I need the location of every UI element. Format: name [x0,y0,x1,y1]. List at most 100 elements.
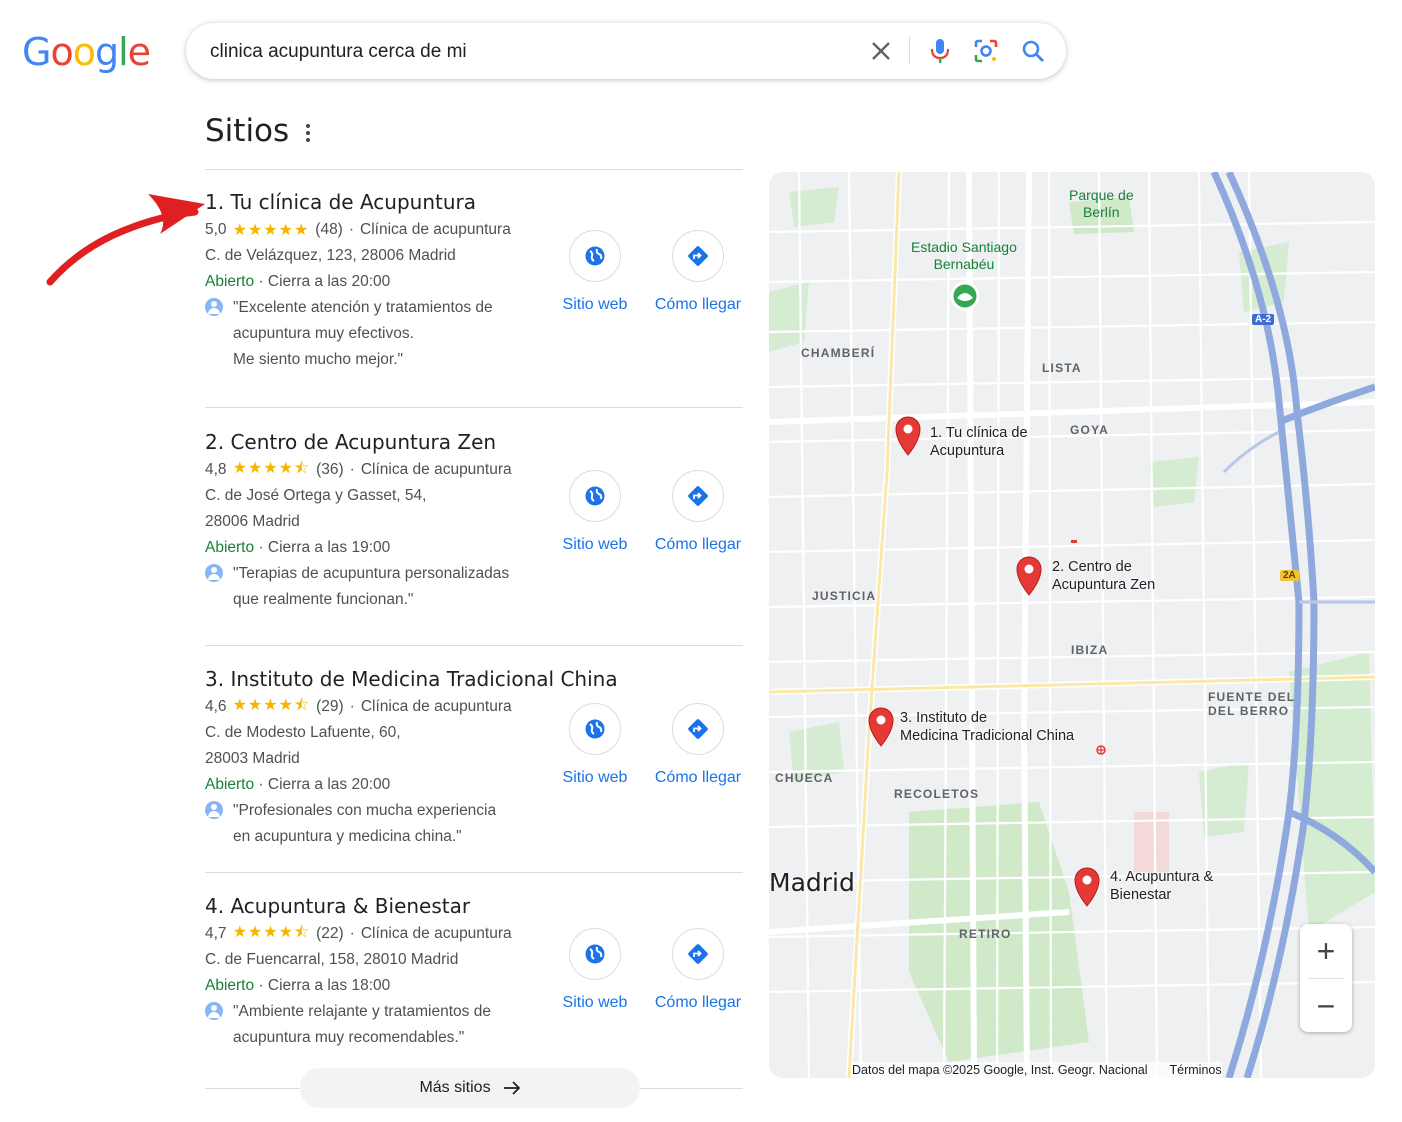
highway-badge: 2A [1280,570,1299,581]
website-button-3[interactable]: Sitio web [550,703,640,787]
attribution-text: Datos del mapa ©2025 Google, Inst. Geogr… [852,1063,1148,1077]
poi-stadium[interactable]: Estadio Santiago Bernabéu [911,239,1017,273]
reviewer-avatar-icon [205,564,223,582]
terms-link[interactable]: Términos [1170,1063,1222,1077]
pin-label-line: Bienestar [1110,887,1172,903]
place-name[interactable]: 3. Instituto de Medicina Tradicional Chi… [205,667,745,691]
zoom-controls: + − [1300,924,1352,1032]
map-pin-3[interactable] [866,705,896,747]
website-label[interactable]: Sitio web [550,769,640,787]
district-label: RETIRO [959,927,1012,941]
reviewer-avatar-icon [205,801,223,819]
poi-stadium-line: Bernabéu [933,256,995,272]
rating-stars: ★★★★⯪ [232,459,311,477]
search-bar[interactable]: clinica acupuntura cerca de mi [186,23,1066,79]
review-count: (36) [316,461,344,478]
divider [205,407,743,408]
globe-icon [585,944,605,964]
divider [205,169,743,170]
review-count: (48) [315,221,343,238]
directions-button-4[interactable]: Cómo llegar [653,928,743,1012]
zoom-in-button[interactable]: + [1300,924,1352,978]
rating-stars: ★★★★★ [232,222,310,239]
review-line: "Profesionales con mucha experiencia [233,802,497,819]
poi-park-line: Berlín [1083,204,1120,220]
directions-icon [688,246,708,266]
rating-value: 4,8 [205,461,227,478]
closing-hours: Cierra a las 18:00 [267,977,391,994]
more-sites-button[interactable]: Más sitios [300,1068,640,1108]
place-category: Clínica de acupuntura [360,698,512,715]
pin-label-4: 4. Acupuntura & Bienestar [1110,868,1213,904]
zoom-out-button[interactable]: − [1300,979,1352,1033]
place-name[interactable]: 4. Acupuntura & Bienestar [205,894,745,918]
review-line: "Excelente atención y tratamientos de [233,299,493,316]
more-options-icon[interactable] [300,122,316,146]
directions-label[interactable]: Cómo llegar [653,769,743,787]
search-input[interactable]: clinica acupuntura cerca de mi [210,41,467,63]
highway-badge: A-2 [1252,314,1275,325]
directions-icon [688,486,708,506]
website-button-2[interactable]: Sitio web [550,470,640,554]
website-label[interactable]: Sitio web [550,536,640,554]
website-button-4[interactable]: Sitio web [550,928,640,1012]
closing-hours: Cierra a las 19:00 [267,539,391,556]
reviewer-avatar-icon [205,1002,223,1020]
place-name[interactable]: 2. Centro de Acupuntura Zen [205,430,745,454]
map-pin-2[interactable] [1014,554,1044,596]
reviewer-avatar-icon [205,298,223,316]
pin-label-3: 3. Instituto de Medicina Tradicional Chi… [900,709,1074,745]
directions-button-2[interactable]: Cómo llegar [653,470,743,554]
search-divider [909,37,910,65]
google-logo[interactable]: Google [22,30,151,74]
website-button-1[interactable]: Sitio web [550,230,640,314]
district-label: IBIZA [1071,643,1109,657]
district-label: DEL BERRO [1208,704,1290,718]
directions-button-1[interactable]: Cómo llegar [653,230,743,314]
search-icon[interactable] [1019,37,1047,65]
open-status: Abierto [205,977,255,994]
separator: · [258,977,268,994]
map-attribution: Datos del mapa ©2025 Google, Inst. Geogr… [852,1062,1222,1078]
map-base [769,172,1375,1078]
closing-hours: Cierra a las 20:00 [267,273,391,290]
district-label: CHUECA [775,771,834,785]
directions-icon [688,944,708,964]
separator: · [349,698,355,715]
lens-camera-icon[interactable] [972,37,1000,65]
place-name[interactable]: 1. Tu clínica de Acupuntura [205,190,745,214]
review-count: (29) [316,698,344,715]
poi-park[interactable]: Parque de Berlín [1069,187,1134,221]
map-pin-4[interactable] [1072,865,1102,907]
globe-icon [585,719,605,739]
place-category: Clínica de acupuntura [360,925,512,942]
directions-button-3[interactable]: Cómo llegar [653,703,743,787]
pin-label-1: 1. Tu clínica de Acupuntura [930,424,1028,460]
annotation-arrow [46,194,205,286]
website-label[interactable]: Sitio web [550,994,640,1012]
rating-stars: ★★★★⯪ [232,696,311,714]
section-title: Sitios [205,113,290,149]
separator: · [349,925,355,942]
review-line: "Ambiente relajante y tratamientos de [233,1003,491,1020]
map-panel[interactable]: Parque de Berlín Estadio Santiago Bernab… [769,172,1375,1078]
website-label[interactable]: Sitio web [550,296,640,314]
open-status: Abierto [205,539,255,556]
divider [205,645,743,646]
district-label: GOYA [1070,423,1110,437]
rating-value: 5,0 [205,221,227,238]
rating-stars: ★★★★⯪ [232,923,311,941]
microphone-icon[interactable] [926,37,954,65]
directions-label[interactable]: Cómo llegar [653,536,743,554]
review-line: "Terapias de acupuntura personalizadas [233,565,510,582]
clear-icon[interactable] [867,37,895,65]
map-pin-1[interactable] [893,414,923,456]
district-label: LISTA [1042,361,1082,375]
pin-label-line: Medicina Tradicional China [900,728,1075,744]
directions-label[interactable]: Cómo llegar [653,296,743,314]
directions-label[interactable]: Cómo llegar [653,994,743,1012]
pin-label-line: Acupuntura [930,443,1005,459]
pin-label-2: 2. Centro de Acupuntura Zen [1052,558,1155,594]
place-category: Clínica de acupuntura [360,221,511,238]
district-label: JUSTICIA [812,589,877,603]
